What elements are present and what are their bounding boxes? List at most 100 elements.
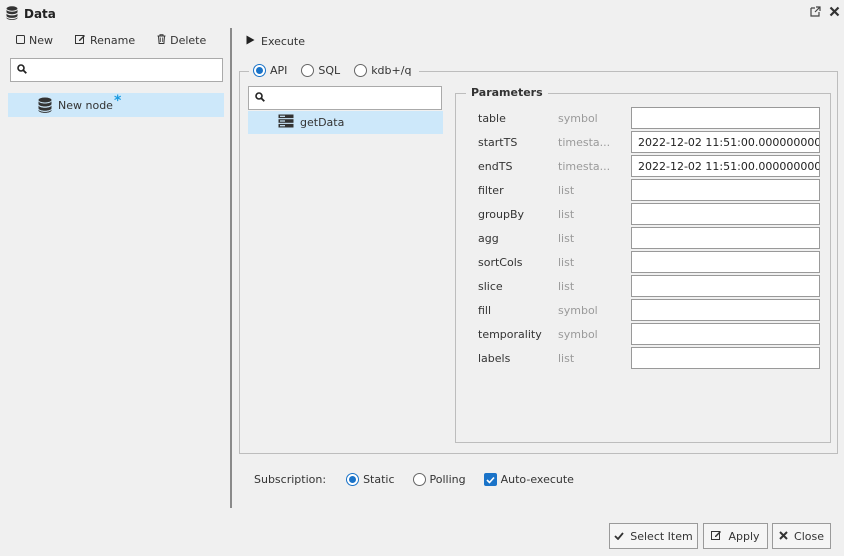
- parameter-name: endTS: [478, 159, 513, 173]
- tree-toolbar: New Rename Delete: [16, 34, 228, 47]
- radio-static-label: Static: [363, 473, 395, 486]
- trash-icon: [157, 34, 166, 47]
- auto-execute-label: Auto-execute: [500, 473, 574, 486]
- checkmark-icon: [483, 473, 497, 486]
- parameter-value-input[interactable]: [631, 275, 820, 297]
- search-icon: [17, 63, 27, 77]
- parameter-value-input[interactable]: [631, 299, 820, 321]
- parameter-type: list: [558, 231, 575, 245]
- auto-execute-checkbox[interactable]: Auto-execute: [483, 473, 574, 486]
- subscription-bar: Subscription: Static Polling Auto-execut…: [254, 473, 588, 486]
- window-title: Data: [24, 7, 56, 21]
- parameter-row: endTS timesta...: [478, 155, 820, 177]
- close-icon[interactable]: [829, 6, 840, 17]
- parameter-value-input[interactable]: [631, 251, 820, 273]
- radio-polling-indicator: [412, 473, 426, 486]
- new-icon: [16, 34, 25, 47]
- database-icon: [38, 97, 52, 116]
- function-search: [248, 86, 442, 110]
- select-item-label: Select Item: [630, 529, 693, 543]
- function-search-input[interactable]: [269, 88, 441, 108]
- parameter-type: list: [558, 183, 575, 197]
- splitter[interactable]: [230, 28, 232, 508]
- parameter-value-input[interactable]: [631, 107, 820, 129]
- new-button[interactable]: New: [16, 34, 53, 47]
- parameter-name: groupBy: [478, 207, 525, 221]
- database-icon: [6, 5, 18, 23]
- parameter-value-input[interactable]: [631, 203, 820, 225]
- radio-kdb[interactable]: kdb+/q: [354, 64, 411, 77]
- parameter-type: timesta...: [558, 159, 611, 173]
- close-label: Close: [794, 529, 824, 543]
- radio-api-label: API: [270, 64, 288, 77]
- popout-icon[interactable]: [810, 6, 821, 17]
- tree-node[interactable]: New node *: [8, 93, 224, 117]
- parameter-name: startTS: [478, 135, 518, 149]
- execute-label: Execute: [261, 35, 305, 48]
- tree-node-label: New node: [58, 98, 113, 112]
- parameter-name: filter: [478, 183, 504, 197]
- function-item[interactable]: getData: [248, 111, 443, 134]
- radio-static[interactable]: Static: [346, 473, 395, 486]
- parameter-value-input[interactable]: [631, 347, 820, 369]
- parameter-type: timesta...: [558, 135, 611, 149]
- parameter-type: symbol: [558, 327, 598, 341]
- close-button[interactable]: Close: [772, 523, 831, 549]
- rename-label: Rename: [90, 34, 136, 47]
- parameter-name: fill: [478, 303, 492, 317]
- radio-api[interactable]: API: [253, 64, 287, 77]
- check-icon: [614, 530, 624, 543]
- edit-icon: [75, 34, 86, 47]
- parameter-value-input[interactable]: [631, 131, 820, 153]
- parameter-value-input[interactable]: [631, 155, 820, 177]
- parameter-row: filter list: [478, 179, 820, 201]
- parameter-row: fill symbol: [478, 299, 820, 321]
- parameter-name: table: [478, 111, 506, 125]
- parameter-type: list: [558, 351, 575, 365]
- parameter-type: list: [558, 255, 575, 269]
- parameter-row: table symbol: [478, 107, 820, 129]
- apply-label: Apply: [728, 529, 760, 543]
- radio-sql[interactable]: SQL: [301, 64, 340, 77]
- parameter-row: agg list: [478, 227, 820, 249]
- delete-label: Delete: [170, 34, 207, 47]
- tree-search-input[interactable]: [31, 60, 222, 80]
- parameter-row: slice list: [478, 275, 820, 297]
- title-bar: Data: [0, 0, 844, 28]
- parameter-name: slice: [478, 279, 503, 293]
- rename-button[interactable]: Rename: [75, 34, 135, 47]
- parameters-title: Parameters: [466, 86, 548, 99]
- radio-api-indicator: [253, 64, 266, 77]
- parameter-type: symbol: [558, 303, 598, 317]
- radio-polling[interactable]: Polling: [412, 473, 466, 486]
- parameter-name: temporality: [478, 327, 542, 341]
- radio-kdb-indicator: [354, 64, 368, 77]
- modified-marker: *: [113, 93, 122, 109]
- apply-button[interactable]: Apply: [703, 523, 768, 549]
- parameter-row: sortCols list: [478, 251, 820, 273]
- parameter-value-input[interactable]: [631, 179, 820, 201]
- delete-button[interactable]: Delete: [157, 34, 206, 47]
- execute-button[interactable]: Execute: [246, 35, 305, 48]
- parameter-name: sortCols: [478, 255, 523, 269]
- function-label: getData: [300, 116, 345, 129]
- parameter-type: symbol: [558, 111, 598, 125]
- parameter-type: list: [558, 207, 575, 221]
- server-icon: [278, 114, 294, 131]
- parameter-value-input[interactable]: [631, 323, 820, 345]
- radio-sql-label: SQL: [318, 64, 341, 77]
- parameter-value-input[interactable]: [631, 227, 820, 249]
- close-icon: [779, 530, 788, 543]
- tree-search: [10, 58, 223, 82]
- new-label: New: [29, 34, 53, 47]
- radio-static-indicator: [346, 473, 360, 486]
- play-icon: [246, 35, 255, 48]
- radio-sql-indicator: [301, 64, 315, 77]
- parameter-row: temporality symbol: [478, 323, 820, 345]
- radio-kdb-label: kdb+/q: [371, 64, 412, 77]
- query-mode-radios: API SQL kdb+/q: [249, 64, 420, 77]
- select-item-button[interactable]: Select Item: [609, 523, 698, 549]
- search-icon: [255, 91, 265, 105]
- parameter-type: list: [558, 279, 575, 293]
- parameter-row: groupBy list: [478, 203, 820, 225]
